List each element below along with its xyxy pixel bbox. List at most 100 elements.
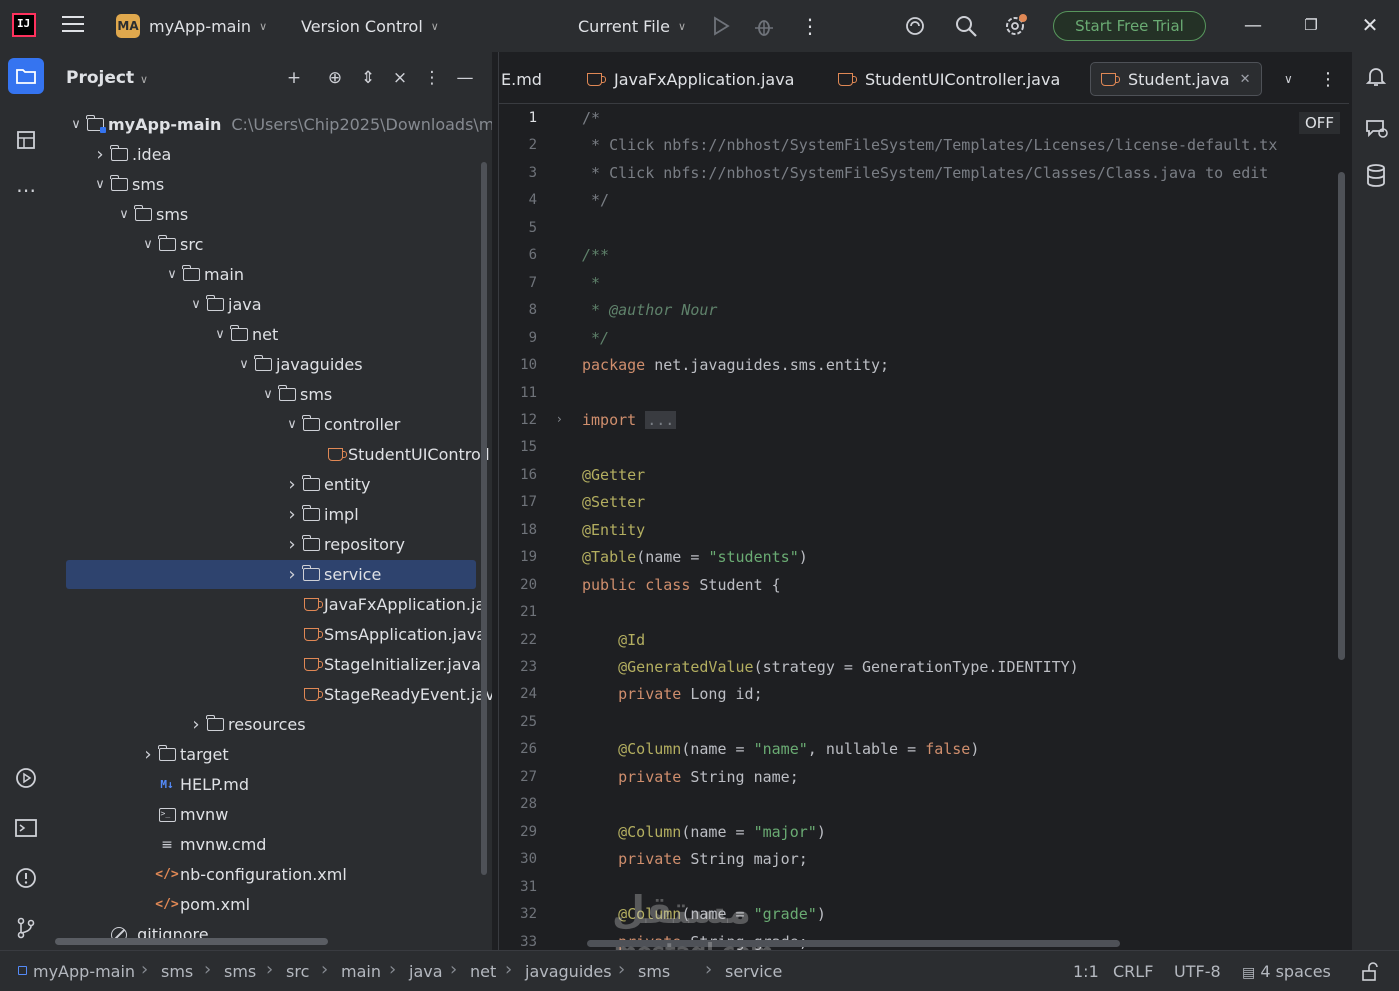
tree-folder-item[interactable]: ∨ sms: [66, 170, 476, 199]
main-menu-icon[interactable]: [62, 16, 84, 34]
line-separator[interactable]: CRLF: [1113, 962, 1153, 981]
indent-settings[interactable]: ▤ 4 spaces: [1242, 962, 1331, 981]
new-file-icon[interactable]: +: [282, 66, 306, 90]
breadcrumb-item[interactable]: sms: [638, 962, 670, 981]
code-line[interactable]: import ...: [582, 410, 677, 429]
tree-horizontal-scrollbar[interactable]: [55, 938, 328, 945]
fold-expand-icon[interactable]: ›: [557, 412, 562, 426]
breadcrumb-item[interactable]: java: [409, 962, 443, 981]
chevron-right-icon[interactable]: ›: [92, 144, 108, 165]
code-line[interactable]: @GeneratedValue(strategy = GenerationTyp…: [582, 658, 1079, 676]
breadcrumb-item[interactable]: service: [725, 962, 782, 981]
close-tab-icon[interactable]: ✕: [1240, 72, 1251, 87]
breadcrumb-item[interactable]: net: [470, 962, 496, 981]
minimize-icon[interactable]: —: [1238, 10, 1268, 40]
tree-folder-item[interactable]: › impl: [66, 500, 476, 529]
services-run-icon[interactable]: [8, 760, 44, 796]
code-line[interactable]: */: [582, 191, 609, 209]
tree-folder-item[interactable]: ∨ java: [66, 290, 476, 319]
code-line[interactable]: @Entity: [582, 521, 645, 539]
tree-folder-item[interactable]: ∨ javaguides: [66, 350, 476, 379]
locate-file-icon[interactable]: ⊕: [323, 66, 347, 90]
tab-options-icon[interactable]: ⋮: [1309, 62, 1347, 96]
code-line[interactable]: *: [582, 274, 600, 292]
hide-panel-icon[interactable]: —: [453, 66, 477, 90]
more-tools-icon[interactable]: ⋯: [8, 172, 44, 208]
code-line[interactable]: @Table(name = "students"): [582, 548, 808, 566]
breadcrumb-item[interactable]: myApp-main: [33, 962, 135, 981]
chevron-down-icon[interactable]: ∨: [284, 417, 300, 432]
project-badge[interactable]: MA: [116, 14, 140, 38]
tree-folder-item[interactable]: › target: [66, 740, 476, 769]
code-line[interactable]: package net.javaguides.sms.entity;: [582, 356, 889, 374]
notifications-bell-icon[interactable]: [1364, 64, 1388, 88]
breadcrumb-item[interactable]: javaguides: [525, 962, 612, 981]
code-line[interactable]: private String major;: [582, 850, 808, 868]
chevron-down-icon[interactable]: ∨: [236, 357, 252, 372]
expand-all-icon[interactable]: ⇕: [356, 66, 380, 90]
code-line[interactable]: /**: [582, 246, 609, 264]
chevron-down-icon[interactable]: ∨: [164, 267, 180, 282]
tree-folder-item[interactable]: › service: [66, 560, 476, 589]
terminal-icon[interactable]: [8, 810, 44, 846]
code-line[interactable]: @Setter: [582, 493, 645, 511]
code-line[interactable]: @Column(name = "major"): [582, 823, 826, 841]
tree-folder-item[interactable]: ∨ myApp-main C:\Users\Chip2025\Downloads\m: [66, 110, 492, 139]
vcs-menu[interactable]: Version Control ∨: [301, 0, 439, 52]
code-line[interactable]: @Column(name = "name", nullable = false): [582, 740, 979, 758]
tab-javafxapplication[interactable]: JavaFxApplication.java: [577, 62, 804, 96]
code-line[interactable]: public class Student {: [582, 576, 781, 594]
settings-gear-icon[interactable]: [1003, 13, 1029, 39]
tree-file-item[interactable]: SmsApplication.java: [66, 620, 486, 649]
chevron-down-icon[interactable]: ∨: [260, 387, 276, 402]
debug-icon[interactable]: [753, 15, 775, 37]
tab-help-md[interactable]: E.md: [499, 62, 552, 96]
project-panel-title[interactable]: Project ∨: [66, 68, 148, 88]
tree-folder-item[interactable]: ∨ net: [66, 320, 476, 349]
editor-vertical-scrollbar[interactable]: [1338, 172, 1345, 660]
code-line[interactable]: /*: [582, 109, 600, 127]
tree-file-item[interactable]: >_ mvnw: [66, 800, 476, 829]
breadcrumb-item[interactable]: src: [286, 962, 309, 981]
tree-folder-item[interactable]: › .idea: [66, 140, 476, 169]
project-switcher[interactable]: myApp-main ∨: [149, 0, 267, 52]
code-line[interactable]: @Getter: [582, 466, 645, 484]
tree-folder-item[interactable]: › repository: [66, 530, 476, 559]
intellij-logo-icon[interactable]: IJ: [12, 13, 36, 37]
ai-assistant-icon[interactable]: [903, 14, 927, 38]
collapse-all-icon[interactable]: ⨯: [388, 66, 412, 90]
code-line[interactable]: * Click nbfs://nbhost/SystemFileSystem/T…: [582, 164, 1268, 182]
chevron-right-icon[interactable]: ›: [188, 714, 204, 735]
chevron-right-icon[interactable]: ›: [284, 534, 300, 555]
chevron-down-icon[interactable]: ∨: [140, 237, 156, 252]
ai-chat-icon[interactable]: [1364, 116, 1390, 140]
tree-folder-item[interactable]: ∨ sms: [66, 200, 476, 229]
code-line[interactable]: */: [582, 329, 609, 347]
tree-file-item[interactable]: </> pom.xml: [66, 890, 476, 919]
search-icon[interactable]: [954, 14, 978, 38]
database-icon[interactable]: [1365, 163, 1387, 189]
restore-window-icon[interactable]: ❐: [1296, 10, 1326, 40]
chevron-down-icon[interactable]: ∨: [68, 117, 84, 132]
breadcrumb-item[interactable]: sms: [161, 962, 193, 981]
code-line[interactable]: * @author Nour: [582, 301, 717, 319]
chevron-right-icon[interactable]: ›: [140, 744, 156, 765]
tree-folder-item[interactable]: ∨ sms: [66, 380, 476, 409]
chevron-right-icon[interactable]: ›: [284, 564, 300, 585]
close-window-icon[interactable]: ✕: [1355, 10, 1385, 40]
tree-file-item[interactable]: StudentUIControll: [66, 440, 490, 469]
git-branch-icon[interactable]: [8, 910, 44, 946]
tab-student-java[interactable]: Student.java ✕: [1090, 62, 1262, 96]
breadcrumb-item[interactable]: sms: [224, 962, 256, 981]
chevron-down-icon[interactable]: ∨: [188, 297, 204, 312]
chevron-right-icon[interactable]: ›: [284, 504, 300, 525]
breadcrumb-item[interactable]: main: [341, 962, 381, 981]
options-icon[interactable]: ⋮: [420, 66, 444, 90]
chevron-right-icon[interactable]: ›: [284, 474, 300, 495]
tree-file-item[interactable]: StageReadyEvent.jav: [66, 680, 492, 709]
tab-studentuicontroller[interactable]: StudentUIController.java: [828, 62, 1070, 96]
code-line[interactable]: @Id: [582, 631, 645, 649]
code-line[interactable]: * Click nbfs://nbhost/SystemFileSystem/T…: [582, 136, 1277, 154]
chevron-down-icon[interactable]: ∨: [212, 327, 228, 342]
tree-file-item[interactable]: JavaFxApplication.ja: [66, 590, 485, 619]
